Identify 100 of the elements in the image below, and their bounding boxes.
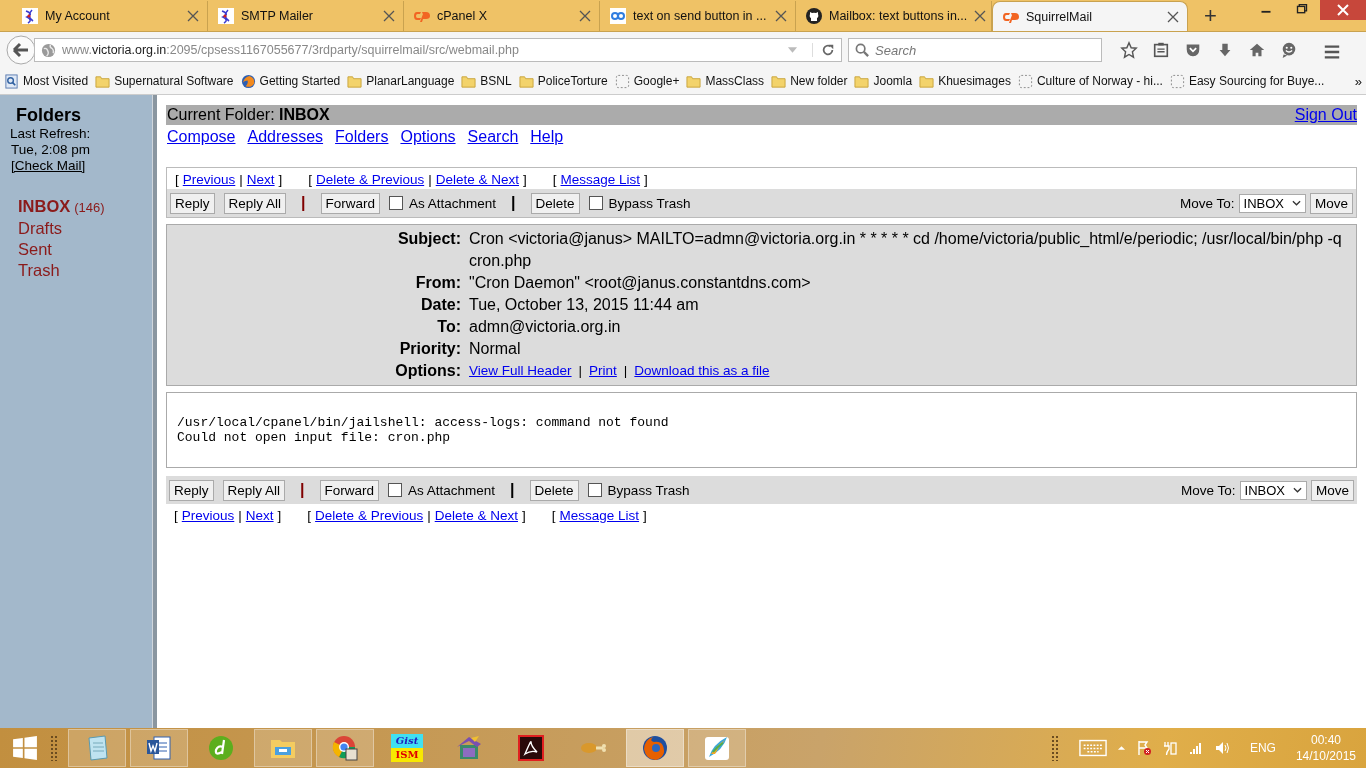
header-label: Options:: [394, 361, 462, 381]
checkbox[interactable]: [587, 483, 602, 497]
folder-link[interactable]: Sent: [18, 240, 52, 258]
sidebar-title: Folders: [15, 105, 82, 126]
bookmark-item[interactable]: Khuesimages: [919, 73, 1011, 89]
home-icon[interactable]: [1248, 41, 1266, 59]
bookmark-item[interactable]: Supernatural Software: [95, 73, 234, 89]
nav-link[interactable]: Delete & Previous: [315, 508, 424, 523]
nav-link[interactable]: Previous: [182, 172, 236, 187]
action-button[interactable]: Reply: [169, 479, 214, 501]
nav-link[interactable]: Delete & Next: [435, 172, 519, 187]
close-icon[interactable]: [775, 10, 787, 22]
nav-link[interactable]: Delete & Next: [434, 508, 518, 523]
pdf-icon: [517, 734, 545, 762]
checkbox[interactable]: [389, 196, 404, 210]
taskbar-button[interactable]: [626, 729, 684, 767]
new-tab-button[interactable]: +: [1198, 1, 1223, 31]
overflow-chevron[interactable]: »: [1354, 73, 1362, 89]
action-button[interactable]: Delete: [530, 192, 580, 214]
nav-link[interactable]: Delete & Previous: [316, 172, 425, 187]
folder-select[interactable]: INBOX: [1238, 193, 1306, 213]
bookmark-item[interactable]: Easy Sourcing for Buye...: [1169, 73, 1325, 89]
close-icon[interactable]: [579, 10, 591, 22]
bookmark-item[interactable]: Most Visited: [4, 73, 89, 89]
menu-link[interactable]: Addresses: [247, 128, 324, 146]
bookmark-item[interactable]: Joomla: [854, 73, 913, 89]
action-button[interactable]: Forward: [319, 479, 380, 501]
tab-title: SMTP Mailer: [241, 9, 314, 23]
folder-select[interactable]: INBOX: [1239, 480, 1307, 500]
folder-link[interactable]: Drafts: [18, 219, 62, 237]
move-button[interactable]: Move: [1310, 192, 1353, 214]
check-mail-link[interactable]: [Check Mail]: [11, 158, 86, 173]
move-button[interactable]: Move: [1311, 479, 1354, 501]
back-button[interactable]: [6, 35, 36, 65]
option-link[interactable]: Print: [589, 360, 617, 382]
menu-link[interactable]: Options: [400, 128, 456, 146]
bookmark-label: PoliceTorture: [537, 74, 608, 88]
close-icon[interactable]: [1167, 10, 1179, 23]
menu-link[interactable]: Compose: [167, 128, 236, 146]
bookmark-item[interactable]: BSNL: [461, 73, 512, 89]
bookmark-item[interactable]: MassClass: [686, 73, 765, 89]
close-icon[interactable]: [187, 10, 199, 22]
close-icon[interactable]: [974, 10, 987, 22]
folder-link[interactable]: INBOX: [18, 197, 71, 215]
taskbar-button[interactable]: [316, 729, 374, 767]
taskbar-button[interactable]: Gist ISM: [378, 729, 436, 767]
action-button[interactable]: Forward: [320, 192, 381, 214]
bookmark-item[interactable]: Google+: [614, 73, 680, 89]
menu-link[interactable]: Help: [530, 128, 564, 146]
move-label: Move To:: [1180, 195, 1235, 211]
nav-link[interactable]: Message List: [560, 172, 641, 187]
browser-tab[interactable]: cPanel X: [404, 1, 600, 31]
option-link[interactable]: View Full Header: [469, 360, 572, 382]
logo-text: ISM: [391, 748, 423, 762]
bookmark-item[interactable]: New folder: [771, 73, 848, 89]
folder-link[interactable]: Trash: [18, 261, 60, 279]
browser-tab[interactable]: SMTP Mailer: [208, 1, 404, 31]
nav-link[interactable]: Message List: [559, 508, 640, 523]
bookmark-item[interactable]: PoliceTorture: [518, 73, 608, 89]
bracket: [: [175, 172, 179, 187]
bookmark-label: Joomla: [873, 74, 913, 88]
bookmark-item[interactable]: PlanarLanguage: [347, 73, 455, 89]
reload-icon[interactable]: [812, 43, 835, 57]
folder-icon: [347, 73, 363, 89]
close-icon[interactable]: [1320, 0, 1366, 20]
close-icon[interactable]: [383, 10, 395, 22]
browser-tab[interactable]: text on send button in ...: [600, 1, 796, 31]
action-button[interactable]: Reply All: [222, 479, 286, 501]
nav-link[interactable]: Next: [245, 508, 274, 523]
header-value: Normal: [469, 339, 522, 359]
bookmark-item[interactable]: Getting Started: [240, 73, 341, 89]
bracket: [: [552, 172, 557, 187]
checkbox[interactable]: [388, 483, 403, 497]
browser-tab[interactable]: Mailbox: text buttons in...: [796, 1, 992, 31]
windows-logo-icon[interactable]: [12, 735, 38, 761]
menu-icon[interactable]: [1322, 42, 1341, 61]
action-button[interactable]: Reply: [170, 192, 215, 214]
search-field[interactable]: Search: [848, 38, 1102, 62]
browser-tab[interactable]: My Account: [12, 1, 208, 31]
action-button[interactable]: Delete: [529, 479, 579, 501]
taskbar-button[interactable]: [130, 729, 188, 767]
nav-link[interactable]: Previous: [181, 508, 235, 523]
document-icon: [4, 73, 19, 89]
action-button[interactable]: Reply All: [223, 192, 287, 214]
flag-icon[interactable]: [1135, 740, 1152, 756]
knot-icon: [22, 8, 38, 24]
option-link[interactable]: Download this as a file: [634, 360, 770, 382]
address-field[interactable]: www.victoria.org.in:2095/cpsess1167055677/3rdparty/squirrelmail/src/webmail.php: [34, 38, 842, 62]
sign-out-link[interactable]: Sign Out: [1294, 106, 1357, 124]
checkbox[interactable]: [588, 196, 603, 210]
clipboard-icon[interactable]: [1152, 41, 1170, 59]
page-icon: [614, 73, 630, 89]
smiley-icon[interactable]: [1280, 41, 1298, 59]
bookmark-item[interactable]: Culture of Norway - hi...: [1017, 73, 1163, 89]
star-icon[interactable]: [1120, 41, 1138, 59]
tab-title: My Account: [45, 9, 111, 23]
nav-link[interactable]: Next: [246, 172, 275, 187]
browser-tab[interactable]: SquirrelMail: [992, 1, 1188, 31]
menu-link[interactable]: Search: [467, 128, 519, 146]
menu-link[interactable]: Folders: [335, 128, 389, 146]
